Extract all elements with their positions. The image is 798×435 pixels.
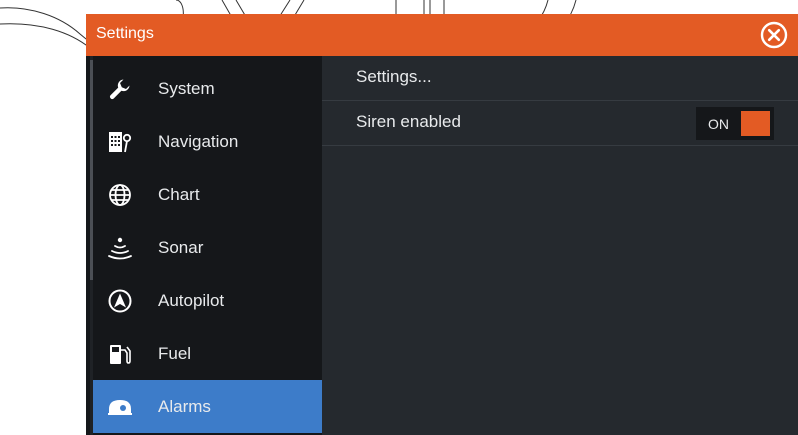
sidebar-item-sonar[interactable]: Sonar xyxy=(93,221,322,274)
sidebar-item-navigation[interactable]: Navigation xyxy=(93,115,322,168)
settings-row[interactable]: Settings... xyxy=(322,56,798,101)
settings-sidebar: System Navigation Chart Sonar Autopilot … xyxy=(86,56,331,435)
siren-enabled-label: Siren enabled xyxy=(356,112,461,131)
title-bar: Settings xyxy=(86,14,798,56)
sidebar-item-label: Navigation xyxy=(158,132,239,151)
sidebar-item-label: Autopilot xyxy=(158,291,225,310)
sidebar-item-label: Chart xyxy=(158,185,200,204)
globe-icon xyxy=(107,182,133,208)
sidebar-item-label: System xyxy=(158,79,215,98)
sidebar-item-fuel[interactable]: Fuel xyxy=(93,327,322,380)
sidebar-item-autopilot[interactable]: Autopilot xyxy=(93,274,322,327)
sonar-icon xyxy=(107,235,133,261)
dialog-title: Settings xyxy=(96,25,154,42)
sidebar-item-system[interactable]: System xyxy=(93,62,322,115)
close-icon[interactable] xyxy=(760,21,788,49)
alarm-icon xyxy=(107,394,133,420)
sidebar-item-label: Sonar xyxy=(158,238,204,257)
toggle-knob xyxy=(741,111,770,136)
siren-toggle[interactable]: ON xyxy=(696,107,774,140)
navigation-icon xyxy=(107,129,133,155)
settings-dialog: Settings System Navigation Chart Sonar A… xyxy=(86,14,798,435)
settings-row-label: Settings... xyxy=(356,67,432,86)
toggle-state-label: ON xyxy=(708,116,729,132)
autopilot-icon xyxy=(107,288,133,314)
fuel-pump-icon xyxy=(107,341,133,367)
sidebar-item-alarms[interactable]: Alarms xyxy=(93,380,331,433)
sidebar-item-label: Alarms xyxy=(158,397,211,416)
settings-content-panel: Settings... Siren enabled ON xyxy=(322,56,798,435)
siren-enabled-row[interactable]: Siren enabled ON xyxy=(322,101,798,146)
wrench-icon xyxy=(107,76,133,102)
sidebar-item-chart[interactable]: Chart xyxy=(93,168,322,221)
sidebar-item-label: Fuel xyxy=(158,344,192,363)
